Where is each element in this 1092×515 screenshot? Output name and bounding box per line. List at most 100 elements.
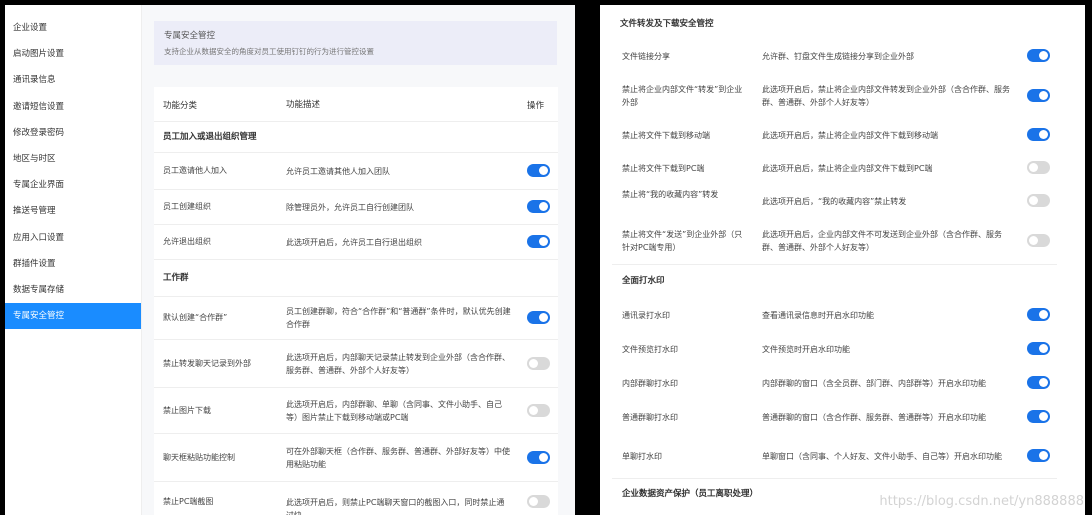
setting-description: 此选项开启后，内部群聊、单聊（含同事、文件小助手、自己等）图片禁止下载到移动端或… [286,399,502,422]
setting-description: 单聊窗口（含同事、个人好友、文件小助手、自己等）开启水印功能 [762,451,1002,461]
setting-description: 可在外部聊天框（合作群、服务群、普通群、外部好友等）中使用粘贴功能 [286,446,510,469]
setting-row: 禁止将文件下载到PC端 此选项开启后，禁止将企业内部文件下载到PC端 [612,151,1057,186]
setting-name: 内部群聊打水印 [622,378,678,388]
right-panel: 文件转发及下载安全管控 文件链接分享 允许群、钉盘文件生成链接分享到企业外部 禁止将… [600,5,1085,515]
toggle-switch[interactable] [527,200,550,213]
section-title: 员工加入或退出组织管理 [163,132,257,142]
toggle-switch[interactable] [1027,89,1050,102]
setting-name: 禁止将“我的收藏内容”转发 [622,190,719,199]
page-title: 专属安全管控 [164,31,216,41]
sidebar-item[interactable]: 修改登录密码 [5,120,141,146]
sidebar-item[interactable]: 群插件设置 [5,251,141,277]
toggle-switch[interactable] [1027,308,1050,321]
setting-description: 查看通讯录信息时开启水印功能 [762,310,874,320]
table-section-header: 工作群 [154,260,558,297]
sidebar-item[interactable]: 启动图片设置 [5,41,141,67]
sidebar-item[interactable]: 通讯录信息 [5,67,141,93]
toggle-switch[interactable] [527,495,550,508]
page-description: 支持企业从数据安全的角度对员工使用钉钉的行为进行管控设置 [164,47,374,56]
toggle-switch[interactable] [1027,128,1050,141]
setting-row: 单聊打水印 单聊窗口（含同事、个人好友、文件小助手、自己等）开启水印功能 [612,434,1057,479]
setting-description: 文件预览时开启水印功能 [762,344,850,354]
setting-name: 默认创建“合作群” [163,313,228,322]
toggle-knob [1039,451,1048,460]
setting-name: 禁止将文件下载到移动端 [622,130,710,140]
watermark-text: https://blog.csdn.net/yn888888 [879,494,1084,509]
sidebar-item[interactable]: 企业设置 [5,15,141,41]
toggle-knob [1029,196,1038,205]
setting-description: 允许员工邀请其他人加入团队 [286,166,390,176]
sidebar-item[interactable]: 专属企业界面 [5,172,141,198]
setting-description: 此选项开启后，允许员工自行退出组织 [286,237,422,247]
table-row: 允许退出组织 此选项开启后，允许员工自行退出组织 [154,225,558,260]
page-banner: 专属安全管控 支持企业从数据安全的角度对员工使用钉钉的行为进行管控设置 [154,21,557,65]
sidebar-item[interactable]: 推送号管理 [5,198,141,224]
toggle-knob [1039,91,1048,100]
sidebar: 企业设置 启动图片设置 通讯录信息 邀请短信设置 修改登录密码 地区与时区 专属企业界面 推送… [5,5,142,515]
toggle-knob [1039,130,1048,139]
toggle-switch[interactable] [527,164,550,177]
setting-name: 员工创建组织 [163,202,211,211]
setting-description: 除管理员外，允许员工自行创建团队 [286,202,414,212]
section-title-data-protection: 企业数据资产保护（员工离职处理） [622,489,759,499]
toggle-knob [1039,51,1048,60]
setting-name: 禁止图片下载 [163,405,211,415]
settings-table: 功能分类 功能描述 操作 员工加入或退出组织管理 员工邀请他人加入 允许员工邀请其他人加入… [154,87,558,515]
setting-row: 通讯录打水印 查看通讯录信息时开启水印功能 [612,298,1057,333]
toggle-switch[interactable] [1027,376,1050,389]
toggle-switch[interactable] [527,311,550,324]
setting-description: 允许群、钉盘文件生成链接分享到企业外部 [762,51,914,61]
table-row: 禁止转发聊天记录到外部 此选项开启后，内部聊天记录禁止转发到企业外部（含合作群、服… [154,340,558,388]
toggle-switch[interactable] [1027,233,1050,247]
setting-row: 禁止将文件下载到移动端 此选项开启后，禁止将企业内部文件下载到移动端 [612,119,1057,152]
setting-name: 普通群聊打水印 [622,412,678,422]
setting-row: 禁止将企业内部文件“转发”到企业外部 此选项开启后，禁止将企业内部文件转发到企业外… [612,73,1057,120]
toggle-switch[interactable] [1027,449,1050,462]
toggle-knob [1039,378,1048,387]
setting-description: 此选项开启后，禁止将企业内部文件转发到企业外部（含合作群、服务群、普通群、外部个… [762,85,1010,107]
sidebar-item[interactable]: 邀请短信设置 [5,94,141,120]
toggle-switch[interactable] [1027,49,1050,62]
setting-description: 此选项开启后，“我的收藏内容”禁止转发 [762,196,907,206]
toggle-switch[interactable] [1027,410,1050,423]
setting-row: 禁止将“我的收藏内容”转发此选项开启后，“我的收藏内容”禁止转发 [612,185,1057,218]
toggle-switch[interactable] [1027,194,1050,207]
toggle-switch[interactable] [1027,342,1050,355]
section-title: 工作群 [163,273,189,283]
column-header-category: 功能分类 [163,101,198,111]
toggle-switch[interactable] [1027,161,1050,174]
setting-name: 通讯录打水印 [622,310,670,320]
setting-name: 允许退出组织 [163,237,211,246]
toggle-switch[interactable] [527,235,550,248]
toggle-switch[interactable] [527,450,550,464]
table-row: 禁止PC端截图 此选项开启后，则禁止PC端聊天窗口的截图入口，同时禁止通过快 [154,482,558,515]
sidebar-item[interactable]: 专属安全管控 [5,303,141,330]
toggle-knob [529,497,538,506]
setting-row: 文件链接分享 允许群、钉盘文件生成链接分享到企业外部 [612,39,1057,74]
setting-name: 聊天框粘贴功能控制 [163,452,235,462]
toggle-knob [539,202,548,211]
sidebar-item[interactable]: 应用入口设置 [5,225,141,251]
toggle-knob [1029,235,1038,245]
toggle-knob [539,452,548,462]
left-panel: 企业设置 启动图片设置 通讯录信息 邀请短信设置 修改登录密码 地区与时区 专属企业界面 推送… [5,5,575,515]
toggle-knob [539,166,548,175]
sidebar-list: 企业设置 启动图片设置 通讯录信息 邀请短信设置 修改登录密码 地区与时区 专属企业界面 推送… [5,5,141,330]
setting-row: 内部群聊打水印 内部群聊的窗口（含全员群、部门群、内部群等）开启水印功能 [612,366,1057,401]
toggle-switch[interactable] [527,356,550,370]
setting-description: 员工创建群聊，符合“合作群”和“普通群”条件时，默认优先创建合作群 [286,307,511,329]
sidebar-item[interactable]: 数据专属存储 [5,277,141,303]
toggle-switch[interactable] [527,403,550,417]
toggle-knob [1039,412,1048,421]
setting-description: 此选项开启后，禁止将企业内部文件下载到PC端 [762,163,933,173]
table-row: 禁止图片下载 此选项开启后，内部群聊、单聊（含同事、文件小助手、自己等）图片禁止下… [154,388,558,434]
setting-description: 内部群聊的窗口（含全员群、部门群、内部群等）开启水印功能 [762,378,986,388]
table-header-row: 功能分类 功能描述 操作 [154,87,558,122]
setting-name: 文件链接分享 [622,51,670,61]
table-row: 员工创建组织 除管理员外，允许员工自行创建团队 [154,190,558,225]
setting-description: 此选项开启后，内部聊天记录禁止转发到企业外部（含合作群、服务群、普通群、外部个人… [286,352,510,375]
setting-name: 单聊打水印 [622,451,662,461]
setting-name: 禁止将企业内部文件“转发”到企业外部 [622,85,743,107]
section-title-watermark: 全面打水印 [622,276,665,286]
sidebar-item[interactable]: 地区与时区 [5,146,141,172]
